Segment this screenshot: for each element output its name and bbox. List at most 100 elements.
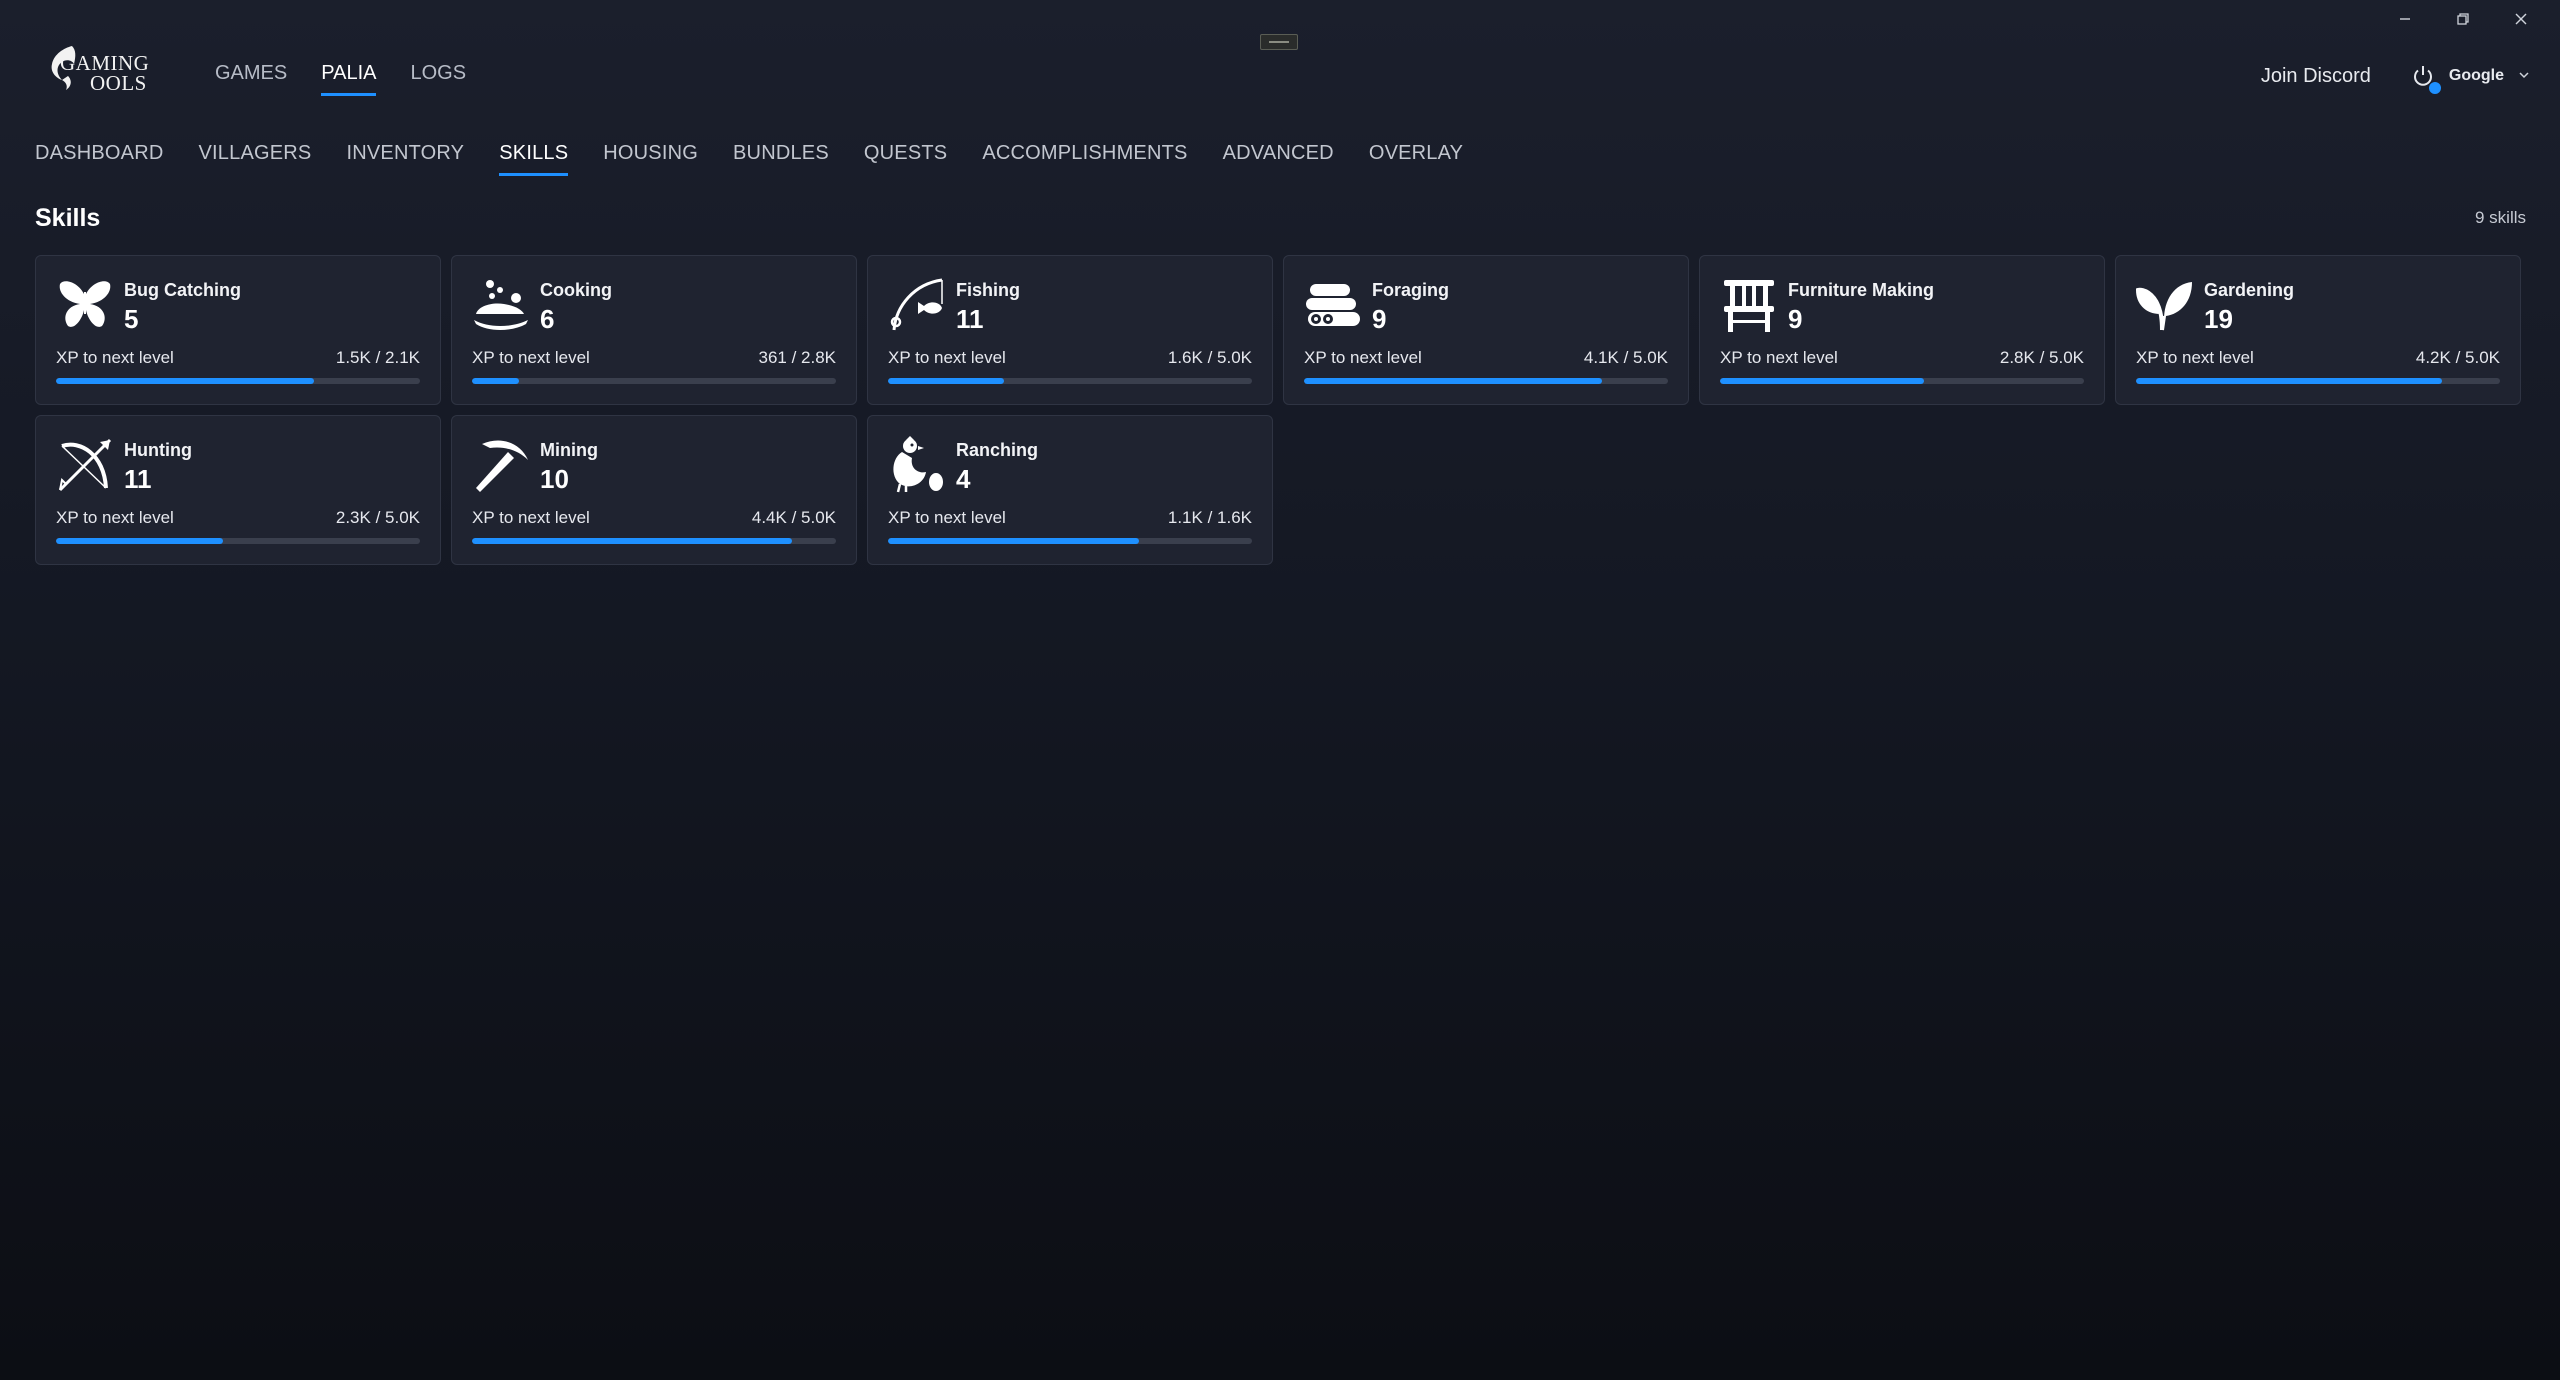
app-logo[interactable]: GAMING OOLS: [44, 40, 160, 106]
app-header: GAMING OOLS GAMES PALIA LOGS Join Discor…: [44, 40, 2530, 110]
skill-card-hunting[interactable]: Hunting 11 XP to next level 2.3K / 5.0K: [35, 415, 441, 565]
top-nav: GAMES PALIA LOGS: [215, 62, 466, 96]
skill-name: Foraging: [1372, 280, 1449, 300]
sprout-icon: [2136, 282, 2192, 331]
xp-progress-bar: [1304, 378, 1668, 384]
xp-value: 2.8K / 5.0K: [1999, 348, 2084, 367]
xp-label: XP to next level: [1304, 348, 1422, 367]
cooking-pot-icon: [474, 280, 528, 330]
chair-icon: [1724, 280, 1774, 332]
skill-level: 6: [540, 304, 555, 334]
skill-level: 19: [2204, 304, 2233, 334]
skill-card-bug-catching[interactable]: Bug Catching 5 XP to next level 1.5K / 2…: [35, 255, 441, 405]
xp-label: XP to next level: [472, 348, 590, 367]
xp-label: XP to next level: [56, 508, 174, 527]
xp-progress-bar: [2136, 378, 2500, 384]
xp-progress-fill: [1720, 378, 1924, 384]
skill-level: 9: [1372, 304, 1387, 334]
xp-progress-bar: [56, 378, 420, 384]
skills-grid: Bug Catching 5 XP to next level 1.5K / 2…: [35, 255, 2525, 565]
user-menu[interactable]: Google: [2411, 64, 2530, 94]
sub-nav: DASHBOARD VILLAGERS INVENTORY SKILLS HOU…: [35, 142, 1463, 176]
xp-value: 4.2K / 5.0K: [2415, 348, 2500, 367]
fishing-rod-icon: [890, 278, 943, 331]
tab-accomplishments[interactable]: ACCOMPLISHMENTS: [982, 142, 1187, 176]
xp-label: XP to next level: [888, 348, 1006, 367]
xp-value: 4.4K / 5.0K: [751, 508, 836, 527]
xp-progress-fill: [56, 538, 224, 544]
xp-label: XP to next level: [1720, 348, 1838, 367]
top-nav-palia[interactable]: PALIA: [321, 62, 377, 96]
skill-card-foraging[interactable]: Foraging 9 XP to next level 4.1K / 5.0K: [1283, 255, 1689, 405]
xp-label: XP to next level: [472, 508, 590, 527]
top-nav-logs[interactable]: LOGS: [410, 62, 466, 96]
minimize-icon[interactable]: [2376, 6, 2434, 32]
power-icon[interactable]: [2411, 64, 2441, 94]
skill-name: Mining: [540, 440, 598, 460]
xp-progress-fill: [888, 538, 1140, 544]
chevron-down-icon[interactable]: [2518, 68, 2530, 84]
xp-progress-bar: [888, 378, 1252, 384]
xp-value: 4.1K / 5.0K: [1583, 348, 1668, 367]
pickaxe-icon: [476, 440, 528, 492]
tab-overlay[interactable]: OVERLAY: [1369, 142, 1463, 176]
window-controls: [2376, 6, 2550, 32]
xp-value: 1.1K / 1.6K: [1167, 508, 1252, 527]
user-name: Google: [2448, 67, 2504, 84]
skill-name: Fishing: [956, 280, 1020, 300]
skill-name: Gardening: [2204, 280, 2295, 300]
xp-label: XP to next level: [888, 508, 1006, 527]
xp-progress-bar: [56, 538, 420, 544]
tab-skills[interactable]: SKILLS: [499, 142, 569, 176]
xp-progress-fill: [472, 538, 793, 544]
xp-value: 2.3K / 5.0K: [335, 508, 420, 527]
skill-level: 5: [124, 304, 139, 334]
skill-level: 9: [1788, 304, 1803, 334]
tab-inventory[interactable]: INVENTORY: [346, 142, 464, 176]
dragon-logo-icon: [51, 46, 76, 90]
xp-progress-fill: [56, 378, 315, 384]
xp-label: XP to next level: [56, 348, 174, 367]
xp-progress-fill: [888, 378, 1005, 384]
skill-card-cooking[interactable]: Cooking 6 XP to next level 361 / 2.8K: [451, 255, 857, 405]
skill-level: 10: [540, 464, 569, 494]
tab-quests[interactable]: QUESTS: [864, 142, 947, 176]
page-title: Skills: [35, 204, 101, 232]
skills-count: 9 skills: [2474, 208, 2526, 227]
tab-housing[interactable]: HOUSING: [603, 142, 698, 176]
xp-value: 1.6K / 5.0K: [1167, 348, 1252, 367]
skill-level: 11: [956, 304, 984, 334]
skill-name: Cooking: [540, 280, 612, 300]
restore-icon[interactable]: [2434, 6, 2492, 32]
tab-villagers[interactable]: VILLAGERS: [199, 142, 312, 176]
skill-card-fishing[interactable]: Fishing 11 XP to next level 1.6K / 5.0K: [867, 255, 1273, 405]
skill-card-gardening[interactable]: Gardening 19 XP to next level 4.2K / 5.0…: [2115, 255, 2521, 405]
skill-card-ranching[interactable]: Ranching 4 XP to next level 1.1K / 1.6K: [867, 415, 1273, 565]
xp-progress-bar: [472, 538, 836, 544]
xp-progress-fill: [1304, 378, 1603, 384]
xp-progress-fill: [472, 378, 520, 384]
bow-icon: [58, 438, 112, 492]
close-icon[interactable]: [2492, 6, 2550, 32]
top-nav-games[interactable]: GAMES: [215, 62, 287, 96]
xp-progress-fill: [2136, 378, 2442, 384]
skill-name: Ranching: [956, 440, 1039, 460]
tab-advanced[interactable]: ADVANCED: [1223, 142, 1334, 176]
xp-progress-bar: [472, 378, 836, 384]
status-dot: [2428, 82, 2441, 94]
tab-bundles[interactable]: BUNDLES: [733, 142, 829, 176]
skill-card-furniture-making[interactable]: Furniture Making 9 XP to next level 2.8K…: [1699, 255, 2105, 405]
join-discord-link[interactable]: Join Discord: [2261, 65, 2371, 88]
skill-card-mining[interactable]: Mining 10 XP to next level 4.4K / 5.0K: [451, 415, 857, 565]
xp-value: 1.5K / 2.1K: [335, 348, 420, 367]
skill-level: 4: [956, 464, 971, 494]
skill-name: Bug Catching: [124, 280, 241, 300]
header-right: Join Discord Google: [2261, 64, 2530, 94]
xp-progress-bar: [1720, 378, 2084, 384]
skill-name: Furniture Making: [1788, 280, 1935, 300]
chicken-icon: [893, 436, 943, 493]
xp-progress-bar: [888, 538, 1252, 544]
tab-dashboard[interactable]: DASHBOARD: [35, 142, 164, 176]
skill-name: Hunting: [124, 440, 192, 460]
logs-icon: [1306, 284, 1360, 326]
